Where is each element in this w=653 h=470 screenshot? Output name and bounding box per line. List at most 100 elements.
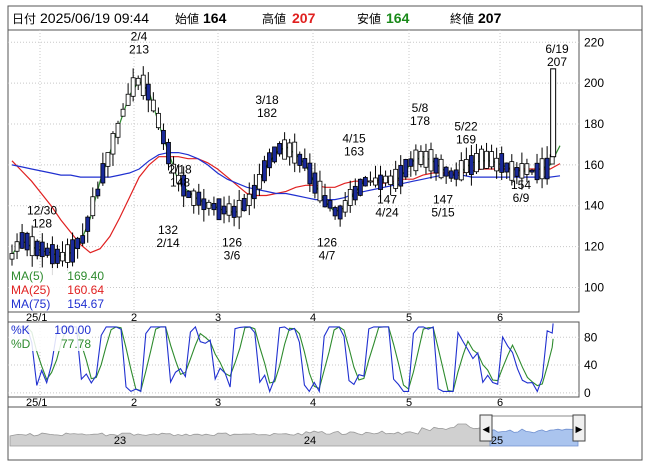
candle-body — [120, 108, 126, 117]
candle-body — [231, 205, 237, 218]
candle-body — [539, 158, 545, 180]
candle-body — [463, 159, 469, 174]
low-value: 164 — [386, 10, 410, 26]
candle-body — [352, 185, 358, 201]
annotation-date: 2/18 — [168, 162, 192, 176]
navigator-year-label: 25 — [491, 435, 503, 447]
y-tick-label: 160 — [584, 158, 604, 172]
candle-body — [413, 149, 419, 172]
candle-body — [408, 158, 414, 167]
candle-body — [75, 237, 81, 250]
x-tick-label: 2 — [131, 397, 137, 409]
x-tick-label: 25/1 — [26, 397, 47, 409]
candle-body — [474, 153, 479, 173]
stochastic-legend: %K 100.00 %D 77.78 — [9, 323, 92, 351]
candle-body — [282, 139, 288, 160]
candle-body — [70, 239, 75, 263]
candle-body — [524, 163, 530, 175]
candle-body — [65, 244, 70, 263]
candle-body — [95, 188, 101, 197]
annotation-date: 5/22 — [454, 119, 478, 133]
stochastic-panel — [7, 321, 580, 398]
navigator-year-label: 24 — [304, 435, 316, 447]
candle-body — [489, 151, 494, 168]
candle-body — [186, 190, 192, 199]
high-label: 高値 — [262, 11, 286, 26]
legend-value: 154.67 — [67, 297, 104, 311]
candle-body — [80, 235, 86, 244]
x-tick-label: 3 — [215, 397, 221, 409]
candle-body — [307, 162, 313, 185]
candle-body — [484, 150, 489, 169]
candle-body — [19, 232, 25, 249]
candle-body — [368, 180, 373, 183]
annotation-date: 2/4 — [131, 30, 148, 44]
candle-body — [216, 198, 222, 221]
candle-body — [327, 200, 333, 209]
candle-body — [29, 236, 35, 257]
candle-body — [378, 174, 383, 190]
candle-body — [312, 172, 318, 194]
close-value: 207 — [478, 10, 502, 26]
candle-body — [479, 148, 484, 170]
candle-body — [251, 184, 257, 200]
navigator-year-label: 23 — [114, 435, 126, 447]
y-tick-label: 0 — [584, 386, 591, 400]
candle-body — [14, 241, 20, 252]
y-tick-label: 140 — [584, 199, 604, 213]
legend-value: 160.64 — [67, 283, 104, 297]
candle-body — [302, 158, 308, 169]
candle-body — [317, 180, 323, 202]
candle-body — [140, 74, 146, 97]
candle-body — [241, 197, 247, 212]
candle-body — [519, 163, 525, 179]
candle-body — [514, 167, 520, 177]
candle-body — [388, 175, 394, 186]
candle-body — [191, 190, 197, 206]
annotation-value: 213 — [129, 43, 149, 57]
candle-body — [211, 203, 217, 211]
candle-body — [130, 77, 136, 97]
annotation-value: 126 — [317, 235, 337, 249]
candle-body — [262, 160, 267, 182]
candle-body — [39, 241, 45, 258]
navigator-left-handle[interactable]: ◀ — [479, 414, 493, 442]
candle-body — [272, 146, 277, 163]
candle-body — [342, 200, 348, 213]
date-label: 日付 — [12, 12, 36, 26]
candle-body — [24, 232, 30, 251]
annotation-date: 5/8 — [412, 101, 429, 115]
annotation-date: 3/18 — [255, 93, 279, 107]
y-tick-label: 180 — [584, 117, 604, 131]
candle-body — [347, 189, 353, 206]
annotation-value: 169 — [456, 132, 476, 146]
candle-body — [297, 153, 303, 166]
navigator-right-handle[interactable]: ▶ — [572, 414, 586, 442]
candle-body — [44, 247, 50, 256]
candle-body — [115, 122, 121, 138]
x-tick-label: 6 — [497, 397, 503, 409]
candle-body — [494, 157, 500, 172]
candle-body — [156, 112, 161, 129]
candle-body — [398, 165, 404, 187]
candle-body — [443, 166, 449, 177]
legend-value: 77.78 — [61, 337, 91, 351]
annotation-date: 3/6 — [224, 248, 241, 262]
candle-body — [105, 152, 111, 167]
candle-body — [267, 152, 272, 169]
candle-body — [322, 195, 328, 208]
candle-body — [60, 251, 65, 262]
high-value: 207 — [292, 10, 316, 26]
candle-body — [362, 177, 368, 187]
candle-body — [468, 155, 474, 176]
legend-value: 169.40 — [67, 269, 104, 283]
candle-body — [383, 175, 388, 184]
y-tick-label: 100 — [584, 280, 604, 294]
legend-name: MA(25) — [11, 283, 50, 297]
candle-body — [125, 93, 131, 106]
y-tick-label: 120 — [584, 240, 604, 254]
candle-body — [292, 141, 298, 164]
annotation-date: 4/24 — [375, 205, 399, 219]
annotation-value: 154 — [511, 178, 531, 192]
candle-body — [550, 68, 557, 158]
